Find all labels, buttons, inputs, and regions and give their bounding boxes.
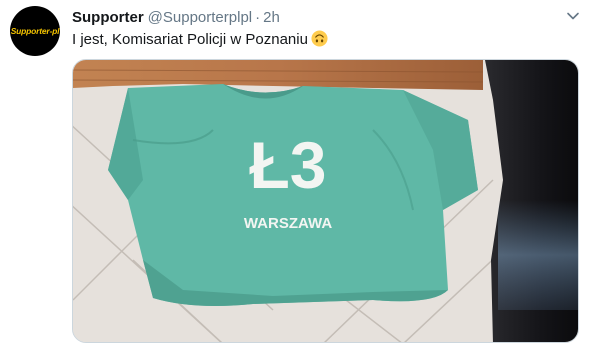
blue-light-reflection — [498, 200, 578, 310]
timestamp[interactable]: 2h — [263, 9, 280, 26]
shirt-small-print: WARSZAWA — [244, 215, 332, 232]
chevron-down-icon[interactable] — [566, 9, 580, 23]
upside-down-face-emoji-icon — [311, 30, 328, 47]
shirt-big-print: Ł3 — [249, 128, 326, 202]
photo-canvas: Ł3 WARSZAWA — [73, 60, 578, 342]
tweet-text: I jest, Komisariat Policji w Poznaniu — [72, 31, 308, 48]
separator-dot: · — [255, 9, 261, 26]
display-name[interactable]: Supporter — [72, 9, 144, 26]
tweet-header: Supporter @Supporterplpl · 2h — [72, 8, 280, 28]
user-handle[interactable]: @Supporterplpl — [148, 9, 252, 26]
tweet-text-container: I jest, Komisariat Policji w Poznaniu — [72, 30, 328, 50]
avatar[interactable]: Supporter-pl — [10, 6, 60, 56]
tweet-media-photo[interactable]: Ł3 WARSZAWA — [72, 59, 579, 343]
avatar-logo-text: Supporter-pl — [10, 26, 60, 36]
tweet[interactable]: Supporter-pl Supporter @Supporterplpl · 2h … — [0, 0, 593, 352]
